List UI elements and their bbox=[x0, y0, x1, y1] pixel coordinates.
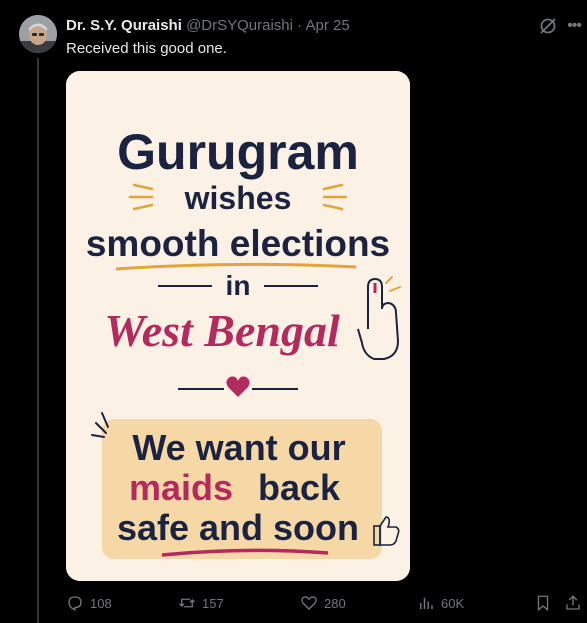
repost-button[interactable]: 157 bbox=[178, 594, 224, 612]
share-button[interactable] bbox=[564, 594, 582, 612]
avatar[interactable] bbox=[19, 15, 57, 53]
thread-line bbox=[37, 58, 39, 623]
poster-line3: smooth elections bbox=[86, 223, 390, 264]
box-line3: safe and soon bbox=[117, 507, 359, 548]
poster-line5: West Bengal bbox=[104, 305, 340, 356]
avatar-photo bbox=[19, 15, 57, 53]
like-count: 280 bbox=[324, 595, 346, 611]
tweet-date[interactable]: Apr 25 bbox=[306, 17, 350, 34]
bookmark-button[interactable] bbox=[534, 594, 552, 612]
share-icon bbox=[566, 595, 580, 610]
like-icon bbox=[301, 596, 317, 610]
tweet-header: Dr. S.Y. Quraishi @DrSYQuraishi · Apr 25 bbox=[66, 17, 350, 34]
poster-line2: wishes bbox=[184, 180, 292, 216]
tweet-actions: 108 157 280 60K bbox=[66, 592, 587, 616]
box-line2-highlight: maids bbox=[129, 467, 233, 508]
views-button[interactable]: 60K bbox=[417, 594, 464, 612]
repost-count: 157 bbox=[202, 595, 224, 611]
grok-icon[interactable] bbox=[538, 16, 558, 36]
author-handle[interactable]: @DrSYQuraishi bbox=[186, 17, 293, 34]
repost-icon bbox=[179, 598, 195, 608]
poster-image: Gurugram wishes smooth elections in West… bbox=[66, 71, 410, 581]
box-line1: We want our bbox=[132, 427, 345, 468]
views-count: 60K bbox=[441, 595, 465, 611]
bookmark-icon bbox=[537, 595, 549, 612]
like-button[interactable]: 280 bbox=[300, 594, 346, 612]
views-icon bbox=[420, 597, 433, 609]
reply-button[interactable]: 108 bbox=[66, 594, 112, 612]
more-icon[interactable]: ••• bbox=[567, 17, 582, 35]
box-line2-rest: back bbox=[258, 467, 341, 508]
tweet-media[interactable]: Gurugram wishes smooth elections in West… bbox=[66, 71, 410, 581]
separator: · bbox=[297, 17, 303, 34]
poster-line1: Gurugram bbox=[117, 124, 359, 180]
poster-line4: in bbox=[226, 270, 251, 301]
reply-icon bbox=[68, 596, 82, 611]
author-name[interactable]: Dr. S.Y. Quraishi bbox=[66, 17, 182, 34]
tweet-text: Received this good one. bbox=[66, 40, 227, 57]
reply-count: 108 bbox=[90, 595, 112, 611]
